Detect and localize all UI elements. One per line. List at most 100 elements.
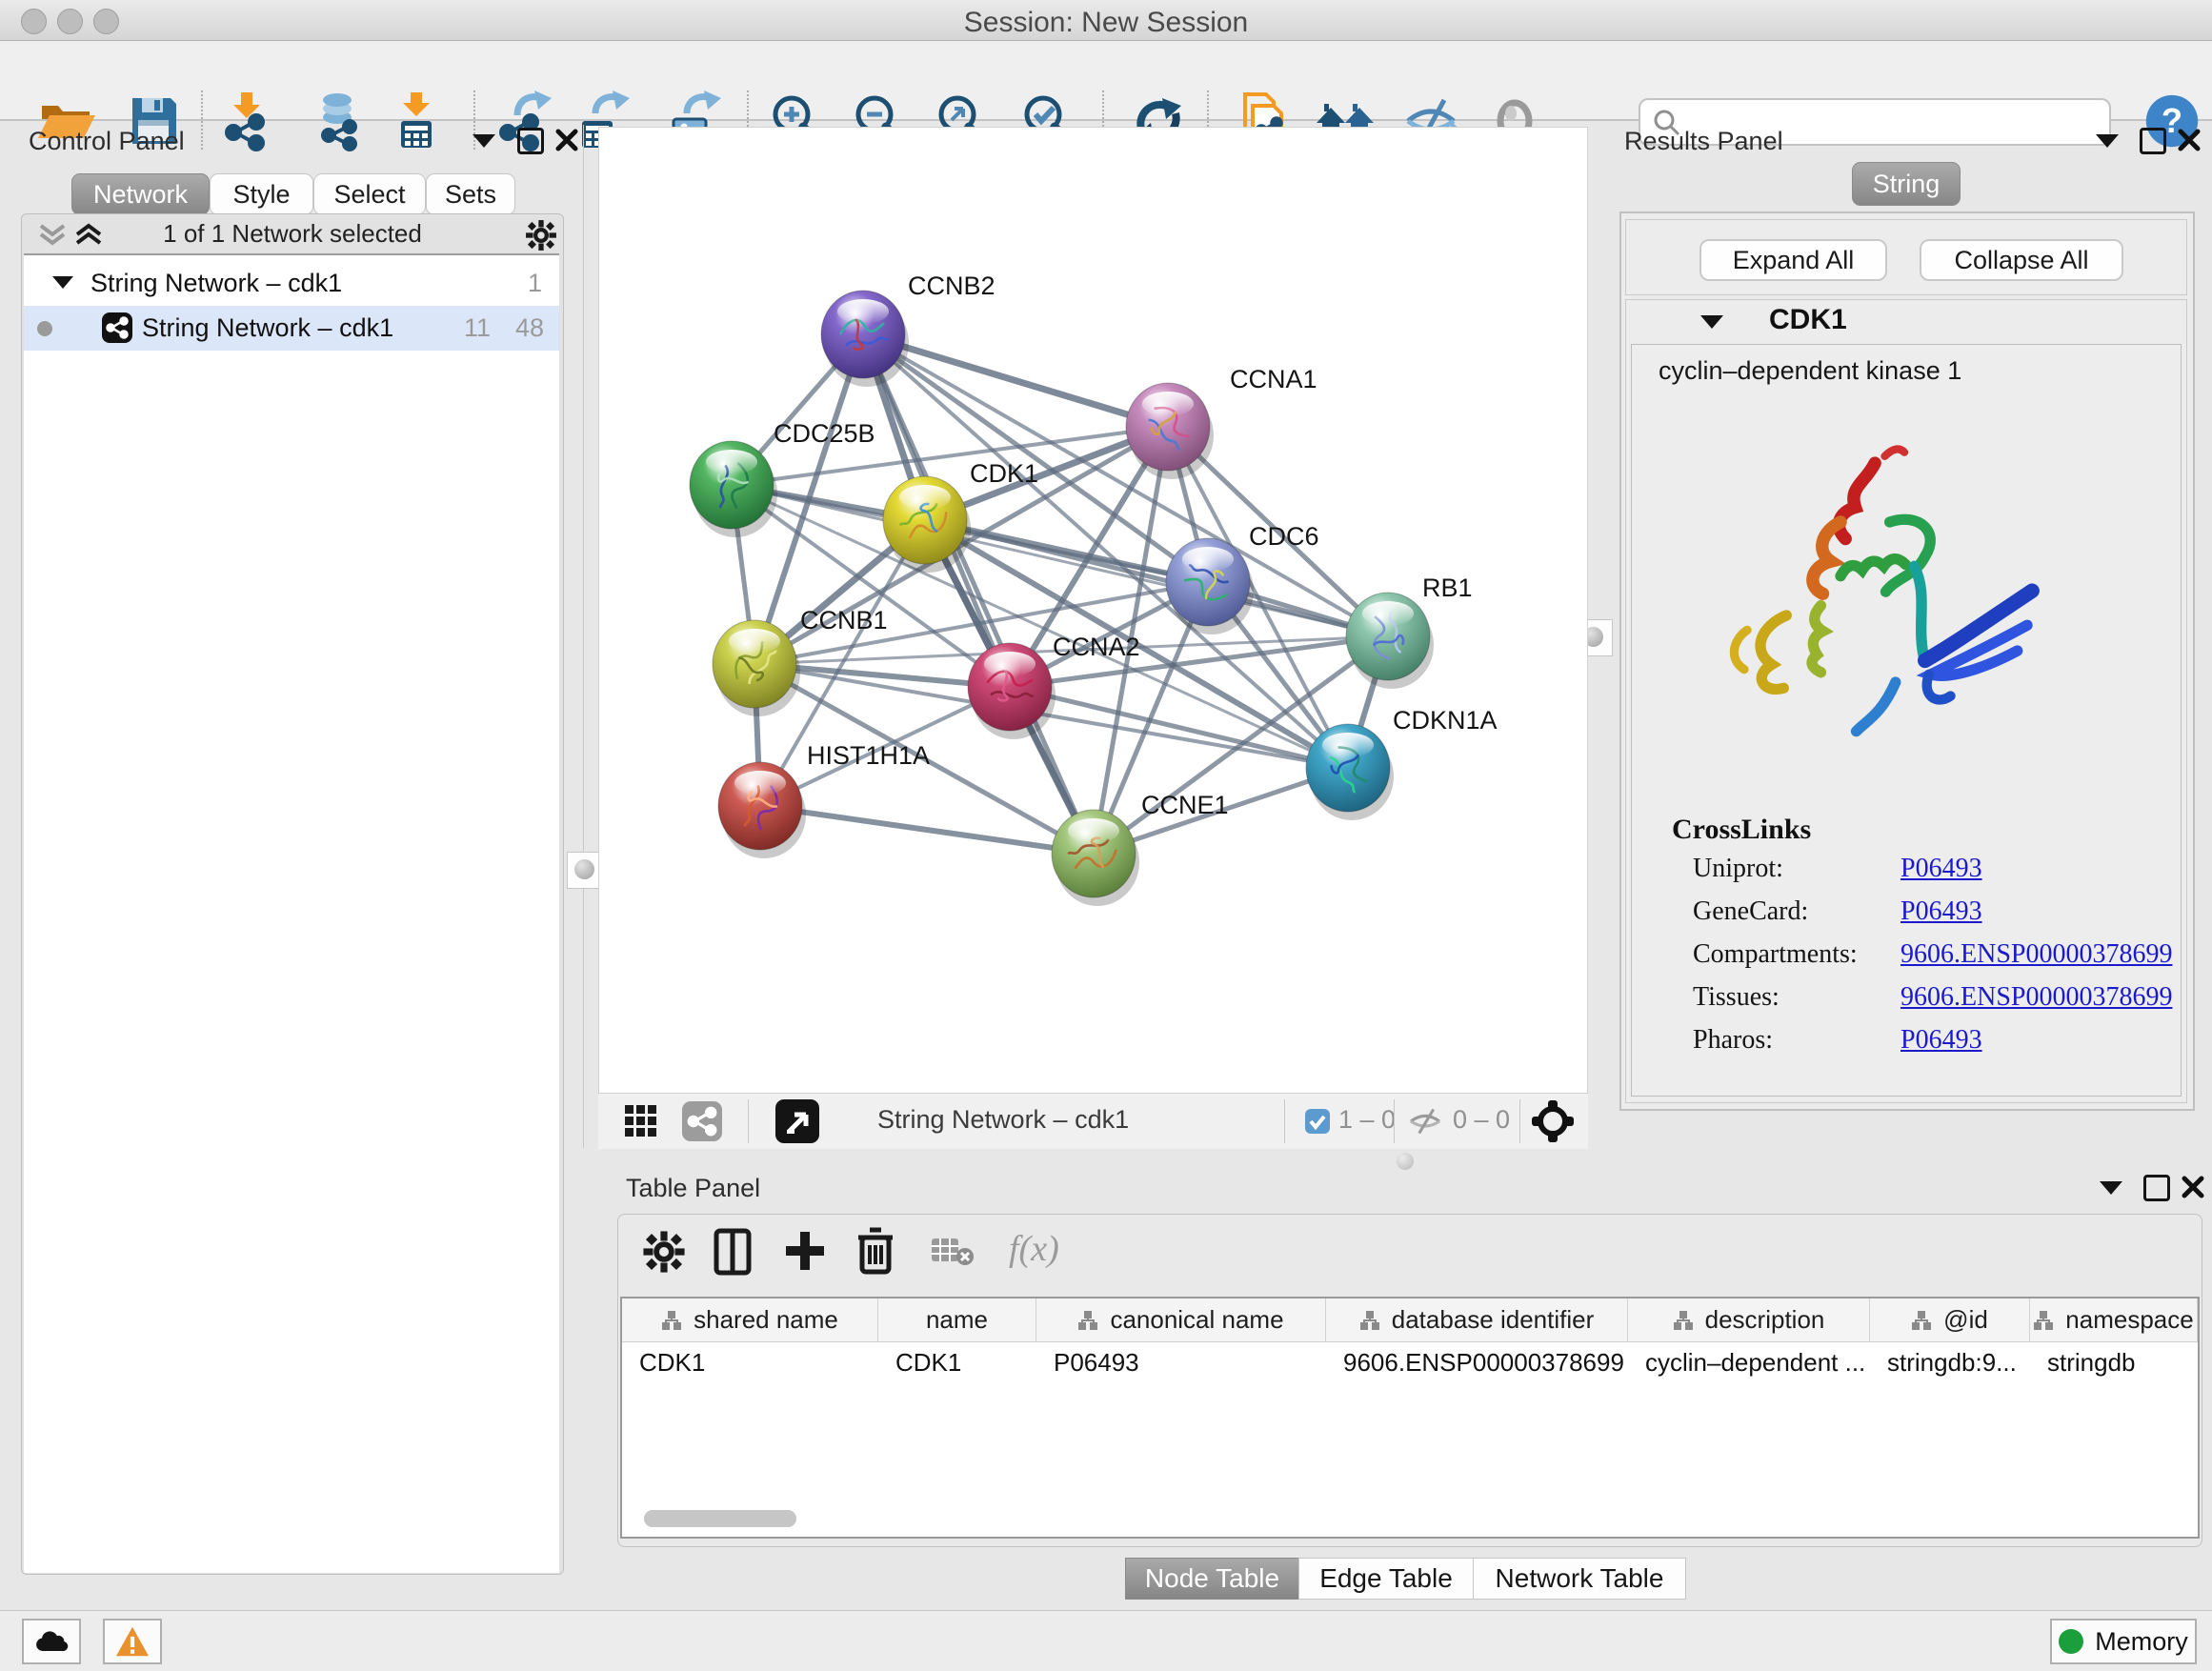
svg-text:RB1: RB1: [1422, 574, 1473, 602]
network-node-ccna2[interactable]: [968, 643, 1056, 739]
memory-button[interactable]: Memory: [2050, 1619, 2197, 1664]
node-label-cdk1: CDK1: [970, 459, 1038, 488]
delete-table-icon: [931, 1236, 975, 1268]
network-node-cdc25b[interactable]: [690, 441, 777, 537]
network-view-icon[interactable]: [682, 1101, 722, 1141]
svg-text:CCNB1: CCNB1: [800, 606, 888, 634]
crosslink-link[interactable]: 9606.ENSP00000378699: [1900, 939, 2172, 969]
svg-text:CCNB2: CCNB2: [908, 272, 995, 300]
column-header-description[interactable]: description: [1628, 1299, 1870, 1341]
toolbar-divider: [1394, 1099, 1395, 1143]
protein-section-expander-icon[interactable]: [1700, 315, 1723, 329]
close-panel-icon[interactable]: [2181, 1175, 2205, 1199]
column-header-database-identifier[interactable]: database identifier: [1326, 1299, 1628, 1341]
svg-text:CCNA1: CCNA1: [1230, 365, 1317, 393]
maximize-panel-icon[interactable]: [2140, 128, 2166, 154]
table-cell[interactable]: 9606.ENSP00000378699: [1326, 1342, 1628, 1382]
table-row[interactable]: CDK1CDK1P064939606.ENSP00000378699cyclin…: [622, 1342, 2198, 1382]
node-table-panel: f(x) shared namenamecanonical namedataba…: [617, 1214, 2202, 1547]
grid-view-icon[interactable]: [624, 1104, 658, 1138]
node-label-rb1: RB1: [1422, 574, 1473, 602]
control-panel-header: Control Panel: [21, 125, 564, 163]
collection-expander-icon[interactable]: [52, 276, 73, 289]
svg-text:CDK1: CDK1: [970, 459, 1038, 488]
crosslink-row: Tissues:9606.ENSP00000378699: [1693, 982, 2172, 1025]
crosslink-row: GeneCard:P06493: [1693, 896, 2172, 939]
detach-view-icon[interactable]: [775, 1099, 819, 1143]
create-column-icon[interactable]: [782, 1228, 828, 1274]
network-options-gear-icon[interactable]: [525, 219, 557, 252]
protein-description: cyclin–dependent kinase 1: [1659, 356, 1961, 386]
network-row-selected[interactable]: String Network – cdk1 11 48: [24, 306, 559, 351]
warnings-button[interactable]: [103, 1619, 162, 1664]
horizontal-scrollbar-thumb[interactable]: [644, 1510, 796, 1527]
float-panel-icon[interactable]: [473, 134, 495, 148]
crosslink-link[interactable]: P06493: [1900, 1025, 1982, 1055]
table-cell[interactable]: cyclin–dependent ...: [1628, 1342, 1870, 1382]
network-node-ccne1[interactable]: [1052, 810, 1139, 906]
toolbar-divider: [1519, 1099, 1520, 1143]
left-splitter[interactable]: [583, 125, 584, 1148]
network-node-cdk1[interactable]: [883, 476, 971, 573]
svg-text:CDKN1A: CDKN1A: [1393, 706, 1498, 735]
maximize-panel-icon[interactable]: [517, 128, 544, 154]
bottom-splitter-handle[interactable]: [1397, 1153, 1414, 1170]
table-options-gear-icon[interactable]: [642, 1230, 686, 1274]
node-label-hist1h1a: HIST1H1A: [807, 741, 930, 770]
float-panel-icon[interactable]: [2100, 1181, 2122, 1195]
close-panel-icon[interactable]: [2177, 128, 2202, 152]
svg-text:CCNE1: CCNE1: [1141, 791, 1229, 819]
close-panel-icon[interactable]: [554, 128, 579, 152]
table-panel-header: Table Panel: [617, 1174, 2202, 1212]
network-collection-row[interactable]: String Network – cdk1 1: [24, 261, 559, 306]
show-columns-icon[interactable]: [714, 1228, 752, 1276]
table-cell[interactable]: stringdb: [2030, 1342, 2198, 1382]
network-node-cdkn1a[interactable]: [1306, 724, 1394, 820]
results-panel-header: Results Panel: [1619, 125, 2191, 163]
float-panel-icon[interactable]: [2096, 134, 2119, 148]
node-label-ccnb1: CCNB1: [800, 606, 888, 634]
crosslink-link[interactable]: P06493: [1900, 896, 1982, 926]
cloud-button[interactable]: [22, 1619, 81, 1664]
tab-string-results[interactable]: String: [1852, 162, 1961, 206]
column-header--id[interactable]: @id: [1870, 1299, 2030, 1341]
table-cell[interactable]: CDK1: [878, 1342, 1036, 1382]
column-header-canonical-name[interactable]: canonical name: [1036, 1299, 1326, 1341]
string-network-icon: [102, 312, 132, 343]
tab-network-table[interactable]: Network Table: [1473, 1558, 1686, 1600]
toolbar-divider: [1284, 1099, 1285, 1143]
network-node-ccnb2[interactable]: [821, 291, 909, 387]
window-title: Session: New Session: [0, 7, 2212, 39]
crosslink-link[interactable]: 9606.ENSP00000378699: [1900, 982, 2172, 1012]
network-canvas[interactable]: CCNB2CCNA1CDC25BCDK1CDC6RB1CCNB1CCNA2CDK…: [598, 127, 1588, 1095]
tab-style[interactable]: Style: [210, 173, 313, 215]
protein-structure-image: [1689, 429, 2051, 743]
network-node-rb1[interactable]: [1346, 593, 1434, 689]
tab-network[interactable]: Network: [71, 173, 210, 215]
delete-column-icon[interactable]: [855, 1226, 896, 1276]
svg-text:HIST1H1A: HIST1H1A: [807, 741, 930, 770]
table-cell[interactable]: P06493: [1036, 1342, 1326, 1382]
column-header-shared-name[interactable]: shared name: [622, 1299, 878, 1341]
table-cell[interactable]: CDK1: [622, 1342, 878, 1382]
expand-all-button[interactable]: Expand All: [1699, 239, 1887, 281]
network-node-hist1h1a[interactable]: [718, 762, 806, 858]
network-node-ccna1[interactable]: [1126, 383, 1214, 479]
table-cell[interactable]: stringdb:9...: [1870, 1342, 2030, 1382]
column-header-name[interactable]: name: [878, 1299, 1036, 1341]
selected-checkbox-icon[interactable]: [1305, 1109, 1330, 1134]
tab-select[interactable]: Select: [313, 173, 426, 215]
node-label-ccne1: CCNE1: [1141, 791, 1229, 819]
crosslink-link[interactable]: P06493: [1900, 854, 1982, 883]
birds-eye-navigator-icon[interactable]: [1531, 1099, 1575, 1143]
maximize-panel-icon[interactable]: [2143, 1175, 2170, 1201]
tab-sets[interactable]: Sets: [426, 173, 515, 215]
crosslink-label: Compartments:: [1693, 939, 1900, 970]
collapse-all-button[interactable]: Collapse All: [1920, 239, 2123, 281]
network-view-name: String Network – cdk1: [877, 1105, 1129, 1135]
status-bar: Memory: [0, 1610, 2212, 1671]
column-header-namespace[interactable]: namespace: [2030, 1299, 2198, 1341]
tab-edge-table[interactable]: Edge Table: [1298, 1558, 1474, 1600]
tab-node-table[interactable]: Node Table: [1125, 1558, 1299, 1600]
network-row-label: String Network – cdk1: [142, 313, 393, 343]
